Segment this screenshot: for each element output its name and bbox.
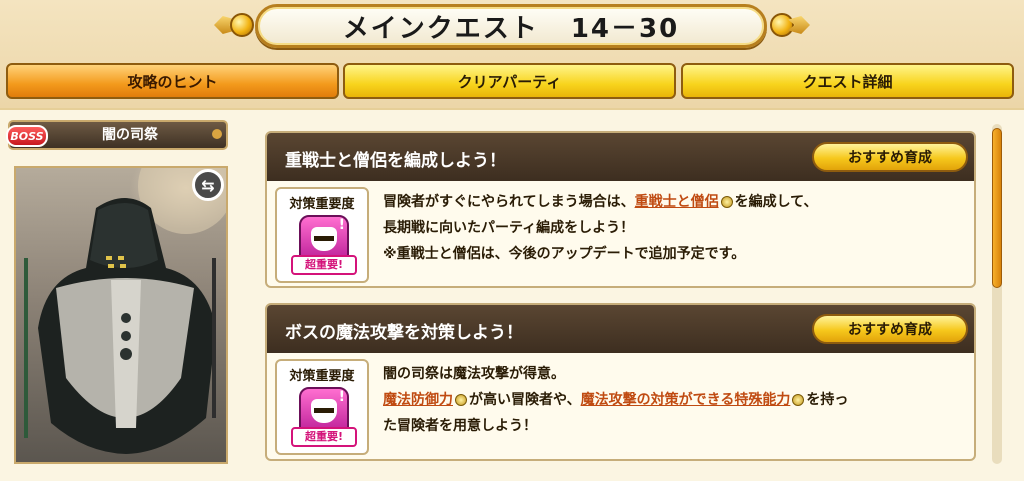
hint-body: 冒険者がすぐにやられてしまう場合は、重戦士と僧侶 を編成して、 長期戦に向いたパー…	[383, 189, 960, 267]
gem-icon	[770, 13, 794, 37]
tab-quest-details[interactable]: クエスト詳細	[681, 63, 1014, 99]
priority-box: 対策重要度 ! 超重要!	[275, 359, 369, 455]
info-icon[interactable]	[792, 394, 805, 406]
scrollbar-thumb[interactable]	[992, 128, 1002, 288]
tab-label: クリアパーティ	[457, 72, 562, 91]
hint-line: た冒険者を用意しよう！	[383, 418, 537, 434]
priority-tag: 超重要!	[291, 255, 357, 275]
tab-label: クエスト詳細	[802, 72, 893, 91]
tab-strategy-hints[interactable]: 攻略のヒント	[6, 63, 339, 99]
hint-text: が高い冒険者や、	[469, 392, 581, 408]
title-ornament-left	[214, 8, 254, 42]
hint-text: を持っ	[806, 392, 849, 408]
priority-box: 対策重要度 ! 超重要!	[275, 187, 369, 283]
boss-name: 闇の司祭	[102, 127, 158, 143]
gem-icon	[212, 129, 222, 139]
hint-card: ボスの魔法攻撃を対策しよう！ おすすめ育成 対策重要度 ! 超重要! 闇の司祭は…	[265, 303, 976, 461]
boss-badge: BOSS	[6, 125, 48, 147]
recommended-training-button[interactable]: おすすめ育成	[812, 314, 968, 344]
hint-line: 冒険者がすぐにやられてしまう場合は、重戦士と僧侶 を編成して、	[383, 189, 960, 215]
priority-label: 対策重要度	[289, 369, 355, 384]
hint-body: 闇の司祭は魔法攻撃が得意。 魔法防御力 が高い冒険者や、魔法攻撃の対策ができる特殊…	[383, 361, 960, 439]
gem-icon	[230, 13, 254, 37]
title-banner: メインクエスト 14－30	[255, 4, 767, 48]
swap-icon[interactable]: ⇆	[192, 169, 224, 201]
hint-text: 冒険者がすぐにやられてしまう場合は、	[383, 194, 635, 210]
info-icon[interactable]	[720, 196, 733, 208]
quest-number: 14－30	[570, 13, 680, 44]
info-icon[interactable]	[455, 394, 467, 406]
hint-title: ボスの魔法攻撃を対策しよう！	[285, 323, 523, 343]
boss-header: BOSS 闇の司祭	[6, 120, 228, 150]
hint-card-header: 重戦士と僧侶を編成しよう！ おすすめ育成	[267, 133, 974, 181]
hint-line: 魔法防御力 が高い冒険者や、魔法攻撃の対策ができる特殊能力 を持っ	[383, 387, 960, 413]
hint-text: を編成して、	[734, 194, 818, 210]
title-ornament-right	[770, 8, 810, 42]
hint-line: ※重戦士と僧侶は、今後のアップデートで追加予定です。	[383, 246, 746, 262]
hint-line: 長期戦に向いたパーティ編成をしよう！	[383, 220, 635, 236]
hint-card: 重戦士と僧侶を編成しよう！ おすすめ育成 対策重要度 ! 超重要! 冒険者がすぐ…	[265, 131, 976, 288]
priority-label: 対策重要度	[289, 197, 355, 212]
hint-title: 重戦士と僧侶を編成しよう！	[285, 151, 506, 171]
hint-line: 闇の司祭は魔法攻撃が得意。	[383, 366, 565, 382]
boss-silhouette	[24, 168, 226, 454]
boss-portrait	[14, 166, 228, 464]
recommended-training-button[interactable]: おすすめ育成	[812, 142, 968, 172]
quest-title: メインクエスト	[342, 13, 539, 44]
tab-label: 攻略のヒント	[127, 72, 218, 91]
tab-clear-party[interactable]: クリアパーティ	[343, 63, 676, 99]
hint-link[interactable]: 魔法防御力	[383, 392, 453, 408]
hint-link[interactable]: 重戦士と僧侶	[635, 194, 719, 210]
priority-tag: 超重要!	[291, 427, 357, 447]
hint-link[interactable]: 魔法攻撃の対策ができる特殊能力	[581, 392, 791, 408]
hint-card-header: ボスの魔法攻撃を対策しよう！ おすすめ育成	[267, 305, 974, 353]
